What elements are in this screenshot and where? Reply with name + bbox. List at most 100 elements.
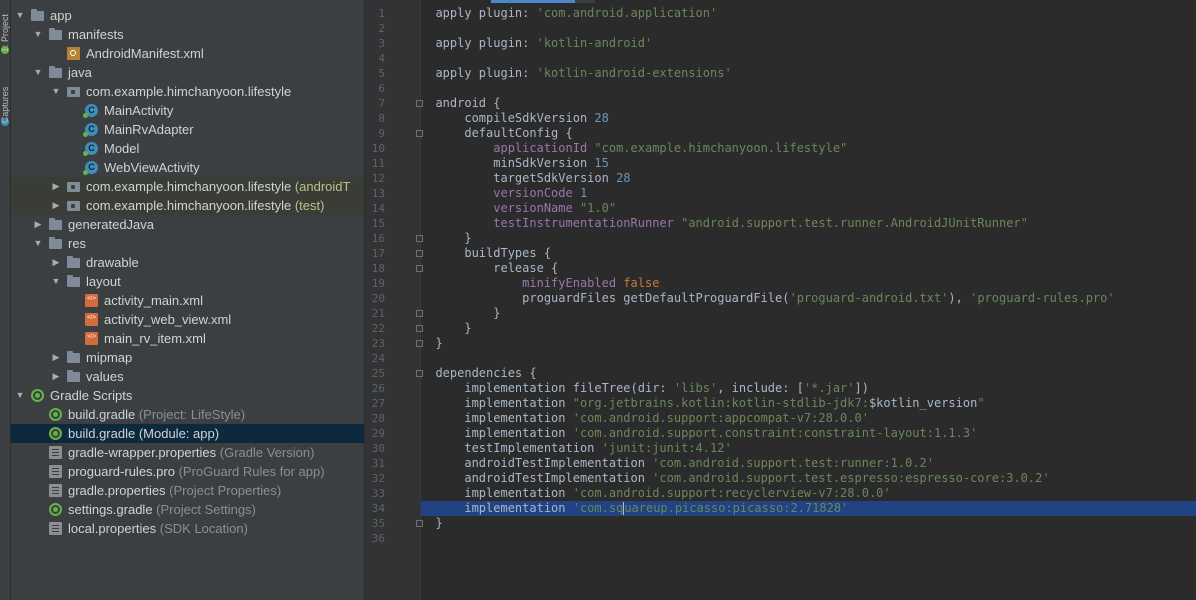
- code-line[interactable]: implementation 'com.android.support:appc…: [421, 411, 1196, 426]
- code-token: 'kotlin-android': [536, 36, 653, 50]
- code-token: "org.jetbrains.kotlin:kotlin-stdlib-jdk7…: [572, 396, 869, 410]
- line-number: 27: [371, 397, 385, 410]
- code-line[interactable]: }: [421, 321, 1196, 336]
- project-tree-item[interactable]: settings.gradle (Project Settings): [11, 500, 364, 519]
- code-line[interactable]: }: [421, 306, 1196, 321]
- code-line[interactable]: testInstrumentationRunner "android.suppo…: [421, 216, 1196, 231]
- project-tree-item[interactable]: ▼ app: [11, 6, 364, 25]
- code-line[interactable]: implementation 'com.android.support:recy…: [421, 486, 1196, 501]
- code-line[interactable]: }: [421, 516, 1196, 531]
- code-line[interactable]: testImplementation 'junit:junit:4.12': [421, 441, 1196, 456]
- code-token: implementation: [435, 426, 573, 440]
- code-line[interactable]: [421, 531, 1196, 546]
- project-tree-item[interactable]: ▶ com.example.himchanyoon.lifestyle (test…: [11, 196, 364, 215]
- code-line[interactable]: minSdkVersion 15: [421, 156, 1196, 171]
- folder-icon: [67, 256, 80, 268]
- project-tree-item[interactable]: ▶ values: [11, 367, 364, 386]
- properties-icon: [49, 465, 62, 478]
- code-line[interactable]: compileSdkVersion 28: [421, 111, 1196, 126]
- project-tree-item[interactable]: ▶ generatedJava: [11, 215, 364, 234]
- tree-item-hint: (Project Settings): [152, 502, 256, 517]
- code-line[interactable]: targetSdkVersion 28: [421, 171, 1196, 186]
- project-tree-item[interactable]: proguard-rules.pro (ProGuard Rules for a…: [11, 462, 364, 481]
- code-line[interactable]: apply plugin: 'kotlin-android': [421, 36, 1196, 51]
- expand-arrow-icon[interactable]: ▼: [15, 386, 25, 405]
- tree-item-label: MainActivity: [104, 103, 174, 118]
- code-line[interactable]: [421, 81, 1196, 96]
- code-line[interactable]: }: [421, 336, 1196, 351]
- code-token: 'com.android.support:appcompat-v7:28.0.0…: [572, 411, 869, 425]
- project-tree-item[interactable]: ▶ com.example.himchanyoon.lifestyle (andr…: [11, 177, 364, 196]
- code-token: defaultConfig {: [435, 126, 573, 140]
- project-tree-item[interactable]: ▼ Gradle Scripts: [11, 386, 364, 405]
- tool-window-tab[interactable]: Captures: [0, 82, 10, 128]
- collapse-arrow-icon[interactable]: ▶: [33, 215, 43, 234]
- project-tree-item[interactable]: activity_web_view.xml: [11, 310, 364, 329]
- expand-arrow-icon[interactable]: ▼: [33, 25, 43, 44]
- code-line[interactable]: implementation fileTree(dir: 'libs', inc…: [421, 381, 1196, 396]
- collapse-arrow-icon[interactable]: ▶: [51, 253, 61, 272]
- project-tree-item[interactable]: ▶ mipmap: [11, 348, 364, 367]
- code-line[interactable]: buildTypes {: [421, 246, 1196, 261]
- project-tree-item[interactable]: ▼ res: [11, 234, 364, 253]
- expand-arrow-icon[interactable]: ▼: [33, 234, 43, 253]
- expand-arrow-icon[interactable]: ▼: [51, 82, 61, 101]
- code-line[interactable]: release {: [421, 261, 1196, 276]
- code-token: ": [977, 396, 985, 410]
- tool-window-tab[interactable]: 1: Project: [0, 10, 10, 56]
- code-line[interactable]: applicationId "com.example.himchanyoon.l…: [421, 141, 1196, 156]
- expand-arrow-icon[interactable]: ▼: [51, 272, 61, 291]
- code-line[interactable]: android {: [421, 96, 1196, 111]
- project-tree-item[interactable]: ▼ com.example.himchanyoon.lifestyle: [11, 82, 364, 101]
- line-number: 31: [371, 457, 385, 470]
- code-line[interactable]: apply plugin: 'kotlin-android-extensions…: [421, 66, 1196, 81]
- project-tree-item[interactable]: MainRvAdapter: [11, 120, 364, 139]
- code-line[interactable]: [421, 21, 1196, 36]
- code-line[interactable]: proguardFiles getDefaultProguardFile('pr…: [421, 291, 1196, 306]
- editor-active-tab-indicator[interactable]: [491, 0, 575, 3]
- project-tree-item[interactable]: MainActivity: [11, 101, 364, 120]
- tree-item-text: activity_main.xml: [104, 291, 203, 310]
- expand-arrow-icon[interactable]: ▼: [15, 6, 25, 25]
- project-tree-item[interactable]: local.properties (SDK Location): [11, 519, 364, 538]
- code-line[interactable]: [421, 351, 1196, 366]
- project-tree-item[interactable]: main_rv_item.xml: [11, 329, 364, 348]
- code-line[interactable]: minifyEnabled false: [421, 276, 1196, 291]
- code-line[interactable]: dependencies {: [421, 366, 1196, 381]
- project-tree-item[interactable]: activity_main.xml: [11, 291, 364, 310]
- manifest-icon: [67, 47, 80, 60]
- project-tree-item[interactable]: ▼ java: [11, 63, 364, 82]
- code-line[interactable]: defaultConfig {: [421, 126, 1196, 141]
- collapse-arrow-icon[interactable]: ▶: [51, 348, 61, 367]
- project-tree-item[interactable]: AndroidManifest.xml: [11, 44, 364, 63]
- project-tree-item[interactable]: Model: [11, 139, 364, 158]
- folder-icon: [49, 237, 62, 249]
- code-line[interactable]: implementation 'com.squareup.picasso:pic…: [421, 501, 1196, 516]
- project-tree-item[interactable]: build.gradle (Module: app): [11, 424, 364, 443]
- code-line[interactable]: }: [421, 231, 1196, 246]
- code-editor[interactable]: 1 2 3 4 5 6 7 8 9 10 11 12 13 14 15 16 17 18 19 20 21 22 23 24 2…: [365, 0, 1196, 600]
- project-tree-item[interactable]: ▼ manifests: [11, 25, 364, 44]
- collapse-arrow-icon[interactable]: ▶: [51, 177, 61, 196]
- collapse-arrow-icon[interactable]: ▶: [51, 196, 61, 215]
- code-line[interactable]: versionName "1.0": [421, 201, 1196, 216]
- project-tree-item[interactable]: gradle-wrapper.properties (Gradle Versio…: [11, 443, 364, 462]
- project-tree-item[interactable]: build.gradle (Project: LifeStyle): [11, 405, 364, 424]
- code-token: "1.0": [579, 201, 617, 215]
- expand-arrow-icon[interactable]: ▼: [33, 63, 43, 82]
- project-tree-item[interactable]: ▼ layout: [11, 272, 364, 291]
- tree-item-text: local.properties (SDK Location): [68, 519, 248, 538]
- code-line[interactable]: [421, 51, 1196, 66]
- code-token: }: [435, 516, 443, 530]
- code-line[interactable]: androidTestImplementation 'com.android.s…: [421, 471, 1196, 486]
- code-line[interactable]: versionCode 1: [421, 186, 1196, 201]
- project-tree-item[interactable]: WebViewActivity: [11, 158, 364, 177]
- code-line[interactable]: androidTestImplementation 'com.android.s…: [421, 456, 1196, 471]
- code-token: 'proguard-android.txt': [789, 291, 949, 305]
- code-line[interactable]: implementation "org.jetbrains.kotlin:kot…: [421, 396, 1196, 411]
- project-tree-item[interactable]: ▶ drawable: [11, 253, 364, 272]
- project-tree-item[interactable]: gradle.properties (Project Properties): [11, 481, 364, 500]
- collapse-arrow-icon[interactable]: ▶: [51, 367, 61, 386]
- code-line[interactable]: apply plugin: 'com.android.application': [421, 6, 1196, 21]
- code-line[interactable]: implementation 'com.android.support.cons…: [421, 426, 1196, 441]
